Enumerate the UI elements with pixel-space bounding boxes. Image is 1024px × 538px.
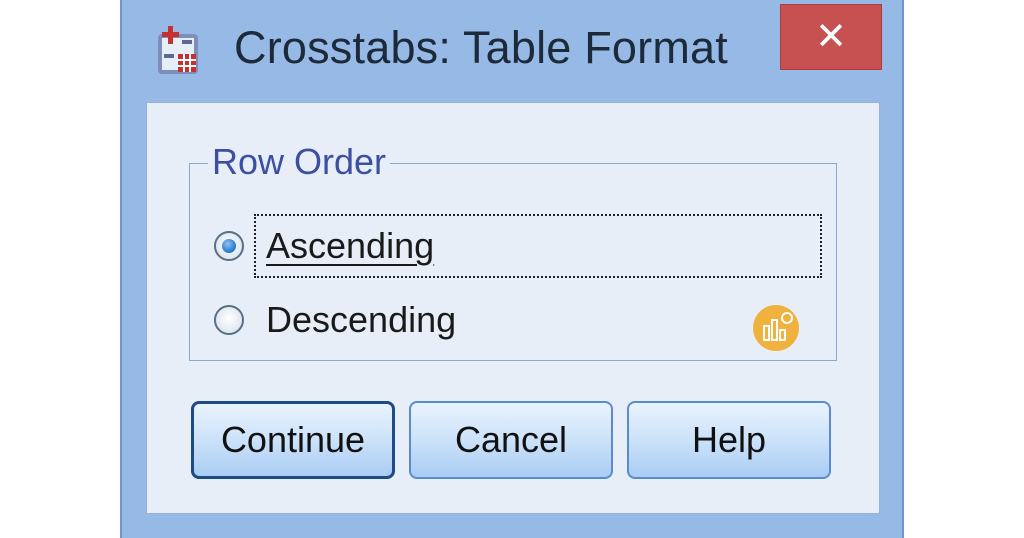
dialog-window: Crosstabs: Table Format ✕ Row Order Asce… [120,0,904,538]
close-icon: ✕ [815,16,847,58]
help-button[interactable]: Help [627,401,831,479]
descending-option[interactable]: Descending [214,292,456,348]
ascending-radio[interactable] [214,231,244,261]
crosstabs-table-icon [158,26,198,74]
row-order-group: Row Order Ascending Descending [189,140,837,361]
cancel-button[interactable]: Cancel [409,401,613,479]
descending-label[interactable]: Descending [266,299,456,341]
focus-rectangle [254,214,822,278]
dialog-body: Row Order Ascending Descending Continue … [146,102,880,514]
chart-badge-icon [753,305,799,351]
descending-radio[interactable] [214,305,244,335]
radio-selected-dot [222,239,236,253]
continue-button[interactable]: Continue [191,401,395,479]
row-order-legend: Row Order [208,140,391,184]
title-bar[interactable]: Crosstabs: Table Format ✕ [122,0,902,100]
close-button[interactable]: ✕ [780,4,882,70]
dialog-title: Crosstabs: Table Format [234,22,728,73]
